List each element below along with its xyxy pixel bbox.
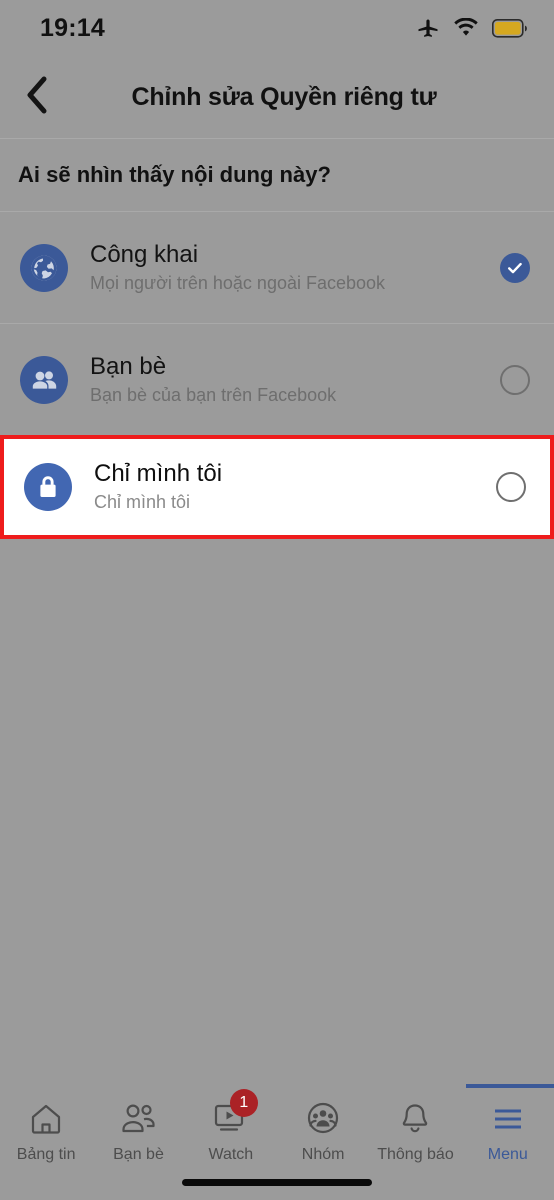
check-icon (508, 262, 522, 273)
active-tab-indicator (465, 1084, 554, 1088)
home-icon (23, 1098, 69, 1140)
status-time: 19:14 (40, 13, 105, 42)
wifi-icon (453, 18, 479, 38)
chevron-left-icon (24, 76, 50, 119)
tab-label: Thông báo (377, 1146, 454, 1163)
friends-outline-icon (115, 1098, 161, 1140)
lock-icon (24, 463, 72, 511)
option-subtitle: Chỉ mình tôi (94, 492, 191, 513)
globe-icon (20, 243, 68, 292)
tab-menu[interactable]: Menu (462, 1084, 554, 1164)
battery-icon (492, 18, 528, 38)
groups-icon (300, 1098, 346, 1140)
tab-label: Nhóm (301, 1146, 345, 1163)
radio-only-me-unselected[interactable] (496, 472, 526, 502)
phone-screen: 19:14 Chỉnh sửa Quyền riêng tư Ai sẽ nhì… (0, 0, 554, 1200)
section-header: Ai sẽ nhìn thấy nội dung này? (0, 138, 554, 212)
privacy-options-list: Công khai Mọi người trên hoặc ngoài Face… (0, 212, 554, 539)
tab-label: Bạn bè (113, 1146, 164, 1163)
option-subtitle: Mọi người trên hoặc ngoài Facebook (90, 272, 386, 293)
tab-label: Bảng tin (16, 1146, 76, 1163)
back-button[interactable] (0, 56, 74, 138)
tab-watch[interactable]: 1 Watch (185, 1089, 277, 1164)
watch-badge: 1 (229, 1089, 258, 1117)
nav-bar: Chỉnh sửa Quyền riêng tư (0, 56, 554, 138)
bell-icon (392, 1098, 438, 1140)
tab-notifications[interactable]: Thông báo (369, 1098, 461, 1164)
friends-icon (20, 355, 68, 404)
tab-groups[interactable]: Nhóm (277, 1098, 369, 1164)
option-row-only-me[interactable]: Chỉ mình tôi Chỉ mình tôi (0, 435, 554, 539)
tab-friends[interactable]: Bạn bè (92, 1098, 184, 1164)
tab-news-feed[interactable]: Bảng tin (0, 1098, 92, 1164)
hamburger-menu-icon (485, 1098, 531, 1140)
option-title: Chỉ mình tôi (94, 460, 223, 488)
option-row-friends[interactable]: Bạn bè Bạn bè của bạn trên Facebook (0, 324, 554, 436)
radio-public-selected[interactable] (500, 252, 530, 283)
option-text-public: Công khai Mọi người trên hoặc ngoài Face… (68, 241, 500, 294)
option-row-public[interactable]: Công khai Mọi người trên hoặc ngoài Face… (0, 212, 554, 324)
option-text-only-me: Chỉ mình tôi Chỉ mình tôi (72, 460, 496, 513)
section-header-label: Ai sẽ nhìn thấy nội dung này? (18, 162, 331, 187)
option-text-friends: Bạn bè Bạn bè của bạn trên Facebook (68, 353, 500, 406)
tab-label: Menu (487, 1146, 528, 1163)
home-indicator (182, 1179, 372, 1186)
radio-friends-unselected[interactable] (500, 364, 530, 395)
tab-label: Watch (208, 1146, 254, 1163)
page-title: Chỉnh sửa Quyền riêng tư (131, 82, 437, 111)
option-title: Công khai (90, 240, 199, 268)
watch-icon: 1 (208, 1089, 258, 1140)
status-icon-group (416, 16, 528, 40)
airplane-mode-icon (416, 16, 440, 40)
option-title: Bạn bè (90, 352, 167, 380)
status-bar: 19:14 (0, 0, 554, 56)
option-subtitle: Bạn bè của bạn trên Facebook (90, 384, 337, 405)
